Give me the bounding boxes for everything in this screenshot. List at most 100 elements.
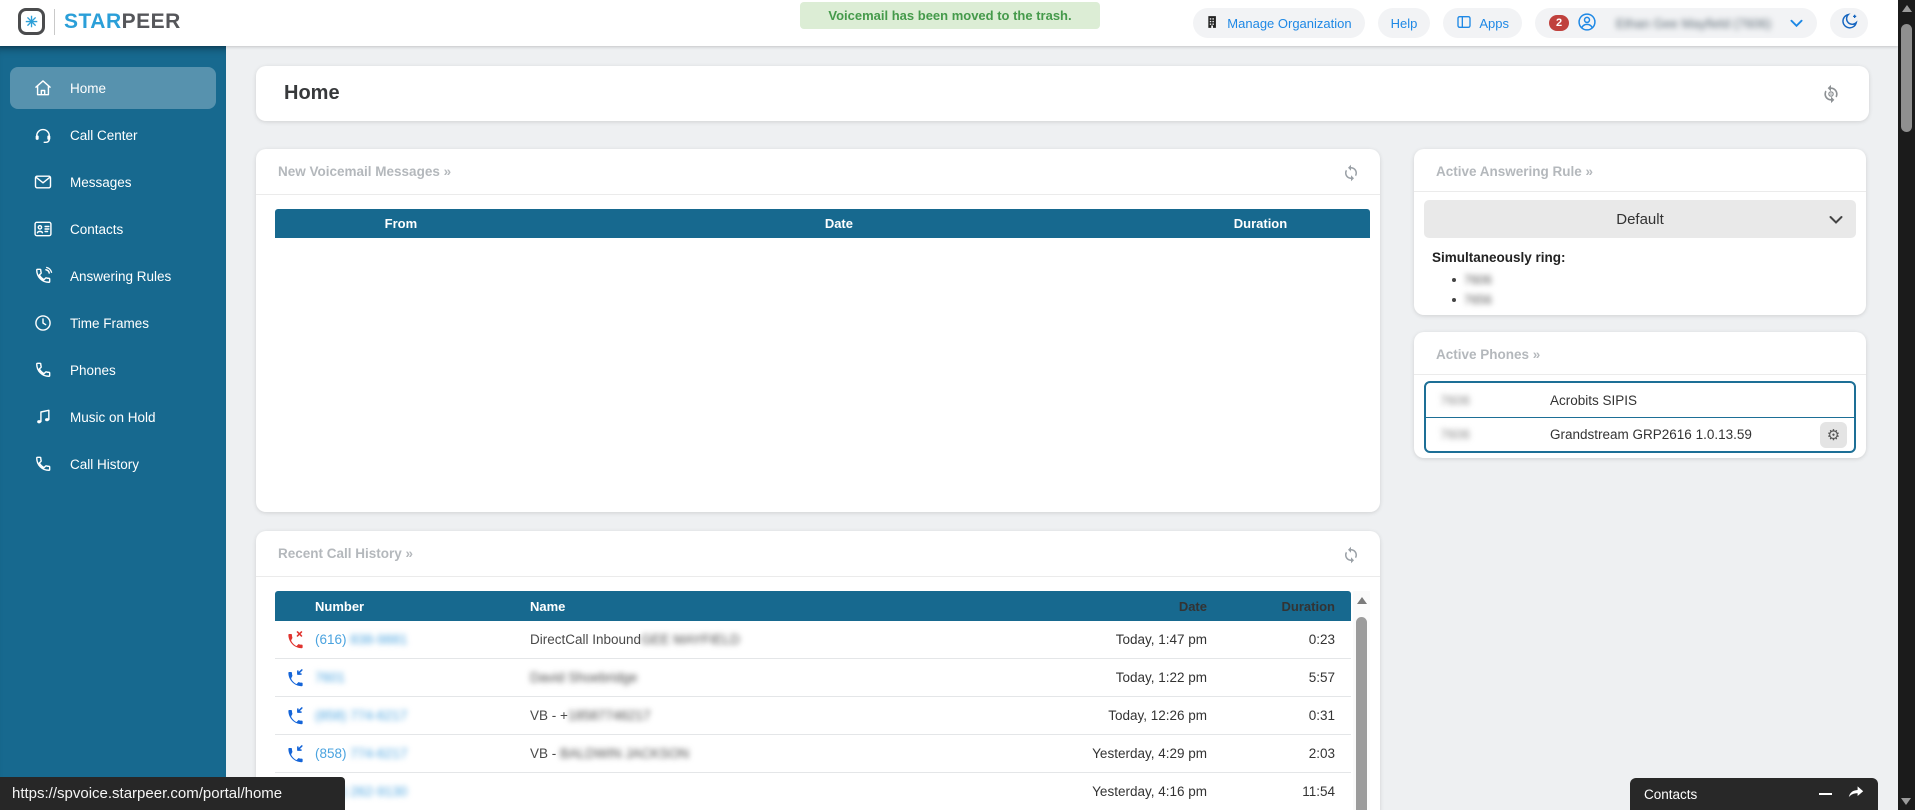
sidebar-item-home[interactable]: Home [10, 67, 216, 109]
manage-organization-button[interactable]: Manage Organization [1193, 8, 1365, 38]
divider [256, 194, 1380, 195]
call-history-row: 7601 David Shoebridge Today, 1:22 pm 5:57 [275, 659, 1351, 697]
ring-extension-list: 7606 7656 [1452, 270, 1866, 310]
call-history-panel: Recent Call History » Number Name Date Dura… [256, 531, 1380, 810]
minimize-icon[interactable] [1819, 793, 1832, 795]
sidebar-item-contacts[interactable]: Contacts [10, 208, 216, 250]
divider [1414, 374, 1866, 375]
manage-organization-label: Manage Organization [1227, 15, 1352, 31]
voicemail-column-header: Date [824, 216, 853, 231]
call-history-column-header: Duration [1281, 598, 1335, 614]
inbound-call-icon [275, 668, 315, 687]
call-history-panel-title[interactable]: Recent Call History » [278, 546, 413, 561]
bullet [1452, 298, 1456, 302]
scroll-up-arrow[interactable] [1901, 5, 1912, 12]
user-avatar-icon [1577, 12, 1597, 35]
answering-rule-select[interactable]: Default [1424, 200, 1856, 238]
bullet [1452, 278, 1456, 282]
browser-status-bar: https://spvoice.starpeer.com/portal/home [0, 777, 345, 810]
call-date: Today, 1:22 pm [1115, 670, 1207, 685]
contact-card-icon [33, 219, 53, 239]
scrollbar-thumb[interactable] [1901, 24, 1912, 132]
call-number-link[interactable]: (858) 774-6217 [315, 708, 530, 723]
window-scrollbar[interactable] [1898, 0, 1915, 810]
inbound-call-icon [275, 744, 315, 763]
voicemail-panel: New Voicemail Messages » From Date Duratio… [256, 149, 1380, 512]
voicemail-column-header: From [384, 216, 418, 231]
active-phone-row: 7606 Acrobits SIPIS [1426, 383, 1854, 417]
simultaneously-ring-label: Simultaneously ring: [1432, 250, 1566, 265]
refresh-settings-icon[interactable] [1821, 84, 1841, 104]
sidebar-item-label: Home [70, 80, 107, 96]
call-history-column-header: Date [1178, 598, 1207, 614]
voicemail-panel-title[interactable]: New Voicemail Messages » [278, 164, 451, 179]
sidebar-item-label: Phones [70, 362, 116, 378]
chevron-down-icon [1790, 16, 1803, 31]
call-duration: 11:54 [1302, 784, 1335, 799]
phone-extension: 7606 [1440, 392, 1471, 408]
call-history-row: (619) 262-9130 Yesterday, 4:16 pm 11:54 [275, 773, 1351, 810]
starpeer-logo-icon: ✳ [18, 8, 45, 35]
sidebar-item-music-on-hold[interactable]: Music on Hold [10, 396, 216, 438]
sidebar-item-label: Call Center [70, 127, 138, 143]
call-history-refresh-icon[interactable] [1342, 546, 1360, 564]
contacts-dock-title: Contacts [1644, 786, 1698, 802]
sidebar-item-call-center[interactable]: Call Center [10, 114, 216, 156]
active-phone-row: 7606 Grandstream GRP2616 1.0.13.59 ⚙ [1426, 417, 1854, 451]
call-name: David Shoebridge [530, 670, 638, 685]
user-name: Ethan Gee Mayfield (7606) [1615, 15, 1772, 31]
logo-divider [54, 8, 55, 35]
apps-button[interactable]: Apps [1443, 8, 1522, 38]
sidebar-item-time-frames[interactable]: Time Frames [10, 302, 216, 344]
building-icon [1206, 15, 1220, 32]
sidebar-nav: Home Call Center Messages Contacts Answering… [0, 46, 226, 810]
user-menu[interactable]: 2 Ethan Gee Mayfield (7606) [1535, 8, 1817, 38]
active-phones-panel-title[interactable]: Active Phones » [1436, 347, 1540, 362]
help-label: Help [1390, 15, 1418, 31]
help-button[interactable]: Help [1377, 8, 1431, 38]
call-name: VB - +18587746217 [530, 708, 651, 723]
active-phones-panel: Active Phones » 7606 Acrobits SIPIS 7606 Gr… [1414, 332, 1866, 458]
divider [1414, 191, 1866, 192]
home-icon [33, 78, 53, 98]
inbound-call-icon [275, 706, 315, 725]
call-duration: 0:31 [1308, 708, 1335, 723]
contacts-dock[interactable]: Contacts [1630, 778, 1878, 810]
sidebar-item-label: Contacts [70, 221, 124, 237]
call-history-row: (858) 774-6217 VB - BALDWIN JACKSON Yester… [275, 735, 1351, 773]
sidebar-item-phones[interactable]: Phones [10, 349, 216, 391]
sidebar-item-call-history[interactable]: Call History [10, 443, 216, 485]
sidebar-item-messages[interactable]: Messages [10, 161, 216, 203]
page-title: Home [284, 82, 340, 104]
phone-device: Acrobits SIPIS [1550, 392, 1638, 408]
call-name: VB - BALDWIN JACKSON [530, 746, 690, 761]
call-number-link[interactable]: (616) 838-9881 [315, 632, 530, 647]
call-number-link[interactable]: (858) 774-6217 [315, 746, 530, 761]
call-number-link[interactable]: 7601 [315, 670, 530, 685]
voicemail-refresh-icon[interactable] [1342, 164, 1360, 182]
ring-extension: 7656 [1452, 290, 1866, 310]
phone-icon [33, 360, 53, 380]
notification-badge: 2 [1549, 15, 1570, 31]
scrollbar-thumb[interactable] [1356, 617, 1367, 810]
call-duration: 5:57 [1308, 670, 1335, 685]
missed-call-icon [275, 630, 315, 649]
toast-notification: Voicemail has been moved to the trash. [800, 2, 1100, 29]
table-scrollbar[interactable] [1353, 591, 1370, 810]
music-note-icon [33, 407, 53, 427]
scroll-down-arrow[interactable] [1901, 798, 1911, 805]
phone-rules-icon [33, 266, 53, 286]
sidebar-item-label: Answering Rules [70, 268, 172, 284]
starpeer-logo[interactable]: ✳ STARPEER [18, 8, 181, 35]
apps-label: Apps [1479, 15, 1509, 31]
dark-mode-toggle[interactable] [1830, 8, 1868, 38]
call-history-icon [33, 454, 53, 474]
moon-icon [1840, 12, 1859, 34]
answering-rule-panel-title[interactable]: Active Answering Rule » [1436, 164, 1593, 179]
scroll-up-arrow[interactable] [1356, 597, 1367, 604]
popout-arrow-icon[interactable] [1848, 785, 1864, 804]
call-number-link[interactable]: (619) 262-9130 [315, 784, 530, 799]
sidebar-item-answering-rules[interactable]: Answering Rules [10, 255, 216, 297]
call-history-column-header: Number [315, 598, 365, 614]
gear-icon[interactable]: ⚙ [1820, 421, 1847, 448]
